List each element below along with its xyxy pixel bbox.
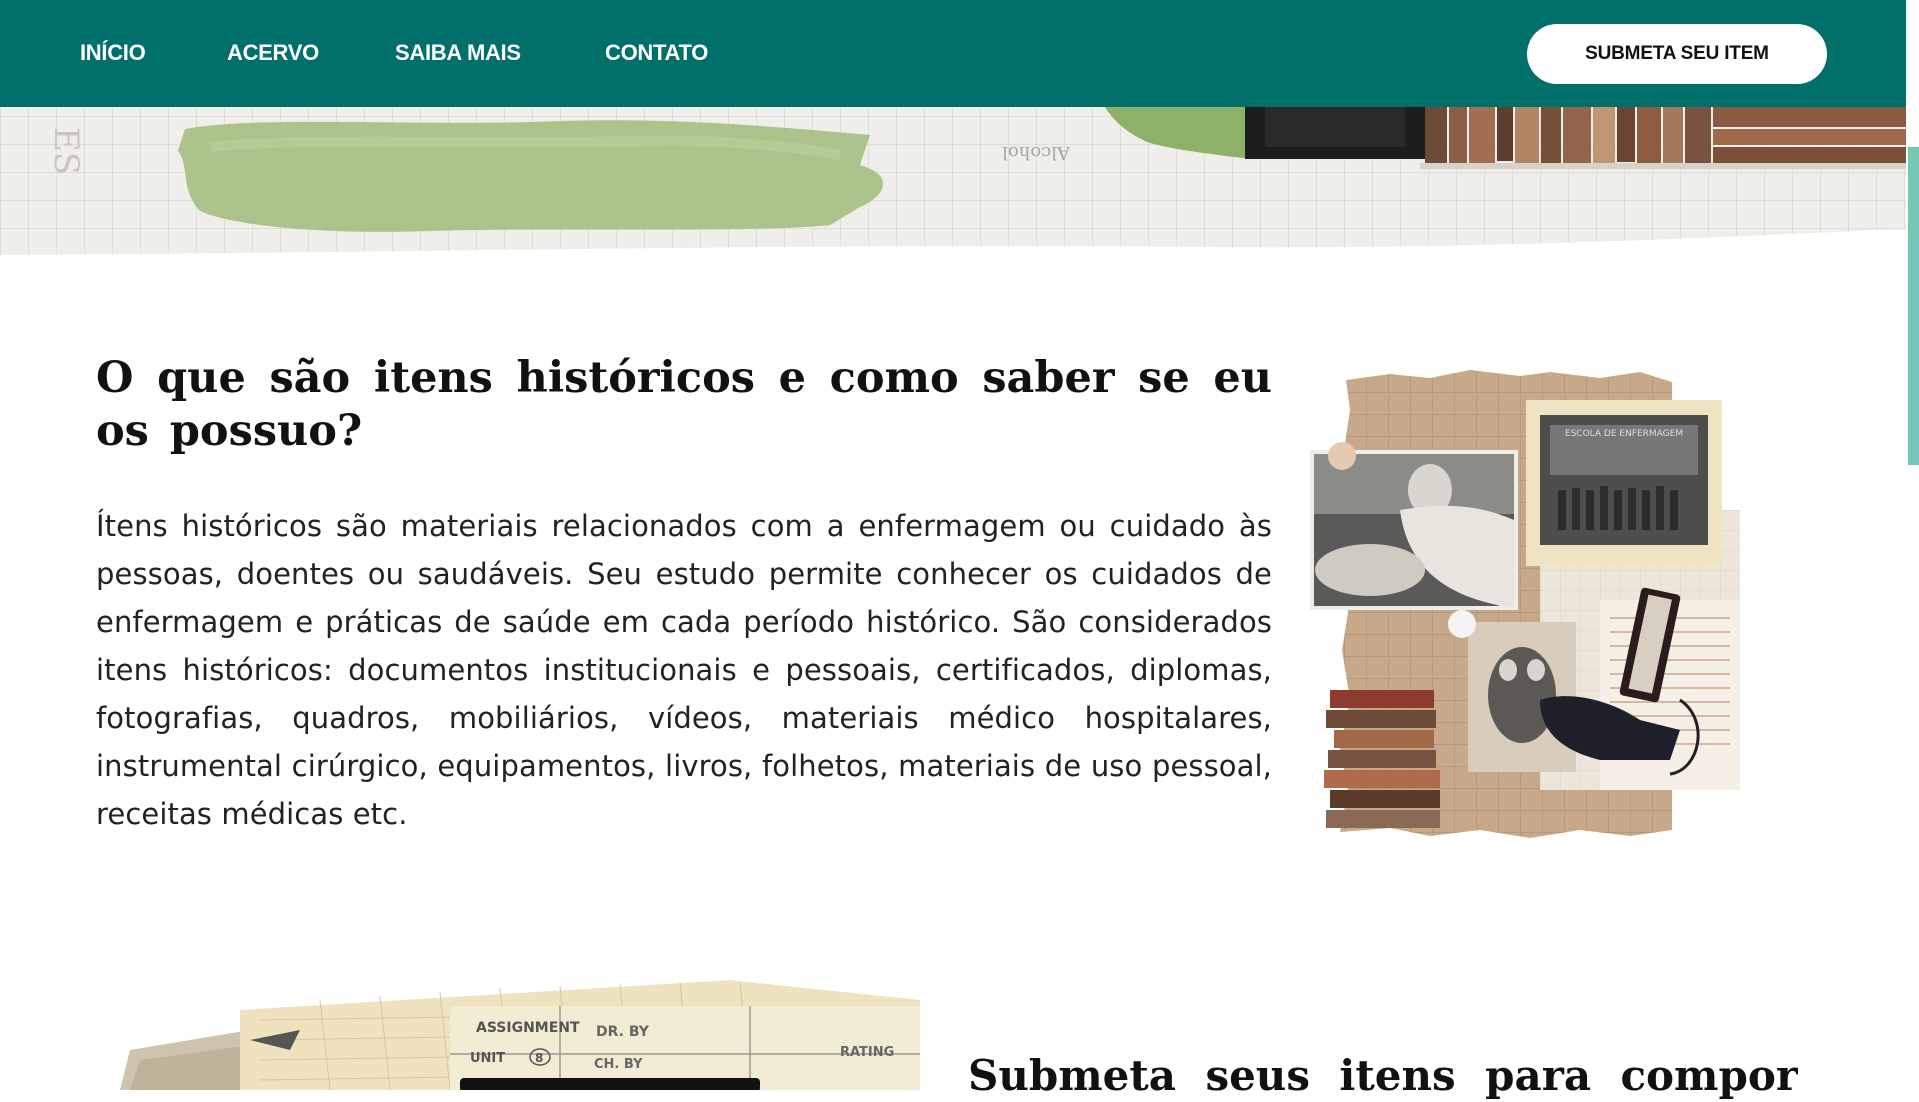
svg-text:ES: ES — [46, 127, 86, 175]
card-label-ch-by: CH. BY — [594, 1057, 643, 1072]
nav-link-acervo[interactable]: ACERVO — [227, 40, 319, 66]
submit-item-button[interactable]: SUBMETA SEU ITEM — [1527, 24, 1827, 84]
section-what-are-historical-items-body: Ítens históricos são materiais relaciona… — [96, 509, 1272, 831]
record-card-art: ASSIGNMENT UNIT 8 DR. BY CH. BY RATING — [120, 980, 920, 1090]
section-submit-items-title: Submeta seus itens para compor — [968, 1051, 1798, 1100]
collage-photo-caption: ESCOLA DE ENFERMAGEM — [1565, 429, 1683, 439]
nav-link-inicio[interactable]: INÍCIO — [80, 40, 146, 66]
svg-text:Alcohol: Alcohol — [1002, 142, 1071, 163]
card-unit-value: 8 — [535, 1051, 543, 1065]
collage-art: ESCOLA DE ENFERMAGEM — [1310, 370, 1740, 838]
hero-banner-image: ES Alcohol — [0, 107, 1906, 257]
card-label-assignment: ASSIGNMENT — [476, 1020, 580, 1036]
card-label-dr-by: DR. BY — [596, 1024, 650, 1040]
nav-link-saiba-mais[interactable]: SAIBA MAIS — [395, 40, 521, 66]
top-navbar: INÍCIO ACERVO SAIBA MAIS CONTATO SUBMETA… — [0, 0, 1906, 107]
section-what-are-historical-items-title: O que são itens históricos e como saber … — [96, 353, 1272, 456]
hero-collage-art: ES Alcohol — [0, 107, 1906, 257]
card-label-rating: RATING — [840, 1045, 894, 1060]
record-card-collage-image: ASSIGNMENT UNIT 8 DR. BY CH. BY RATING — [120, 970, 920, 1090]
card-label-unit: UNIT — [470, 1051, 505, 1066]
scrollbar-thumb[interactable] — [1908, 147, 1919, 465]
nursing-history-collage-image: ESCOLA DE ENFERMAGEM — [1300, 370, 1760, 840]
nav-link-contato[interactable]: CONTATO — [605, 40, 708, 66]
